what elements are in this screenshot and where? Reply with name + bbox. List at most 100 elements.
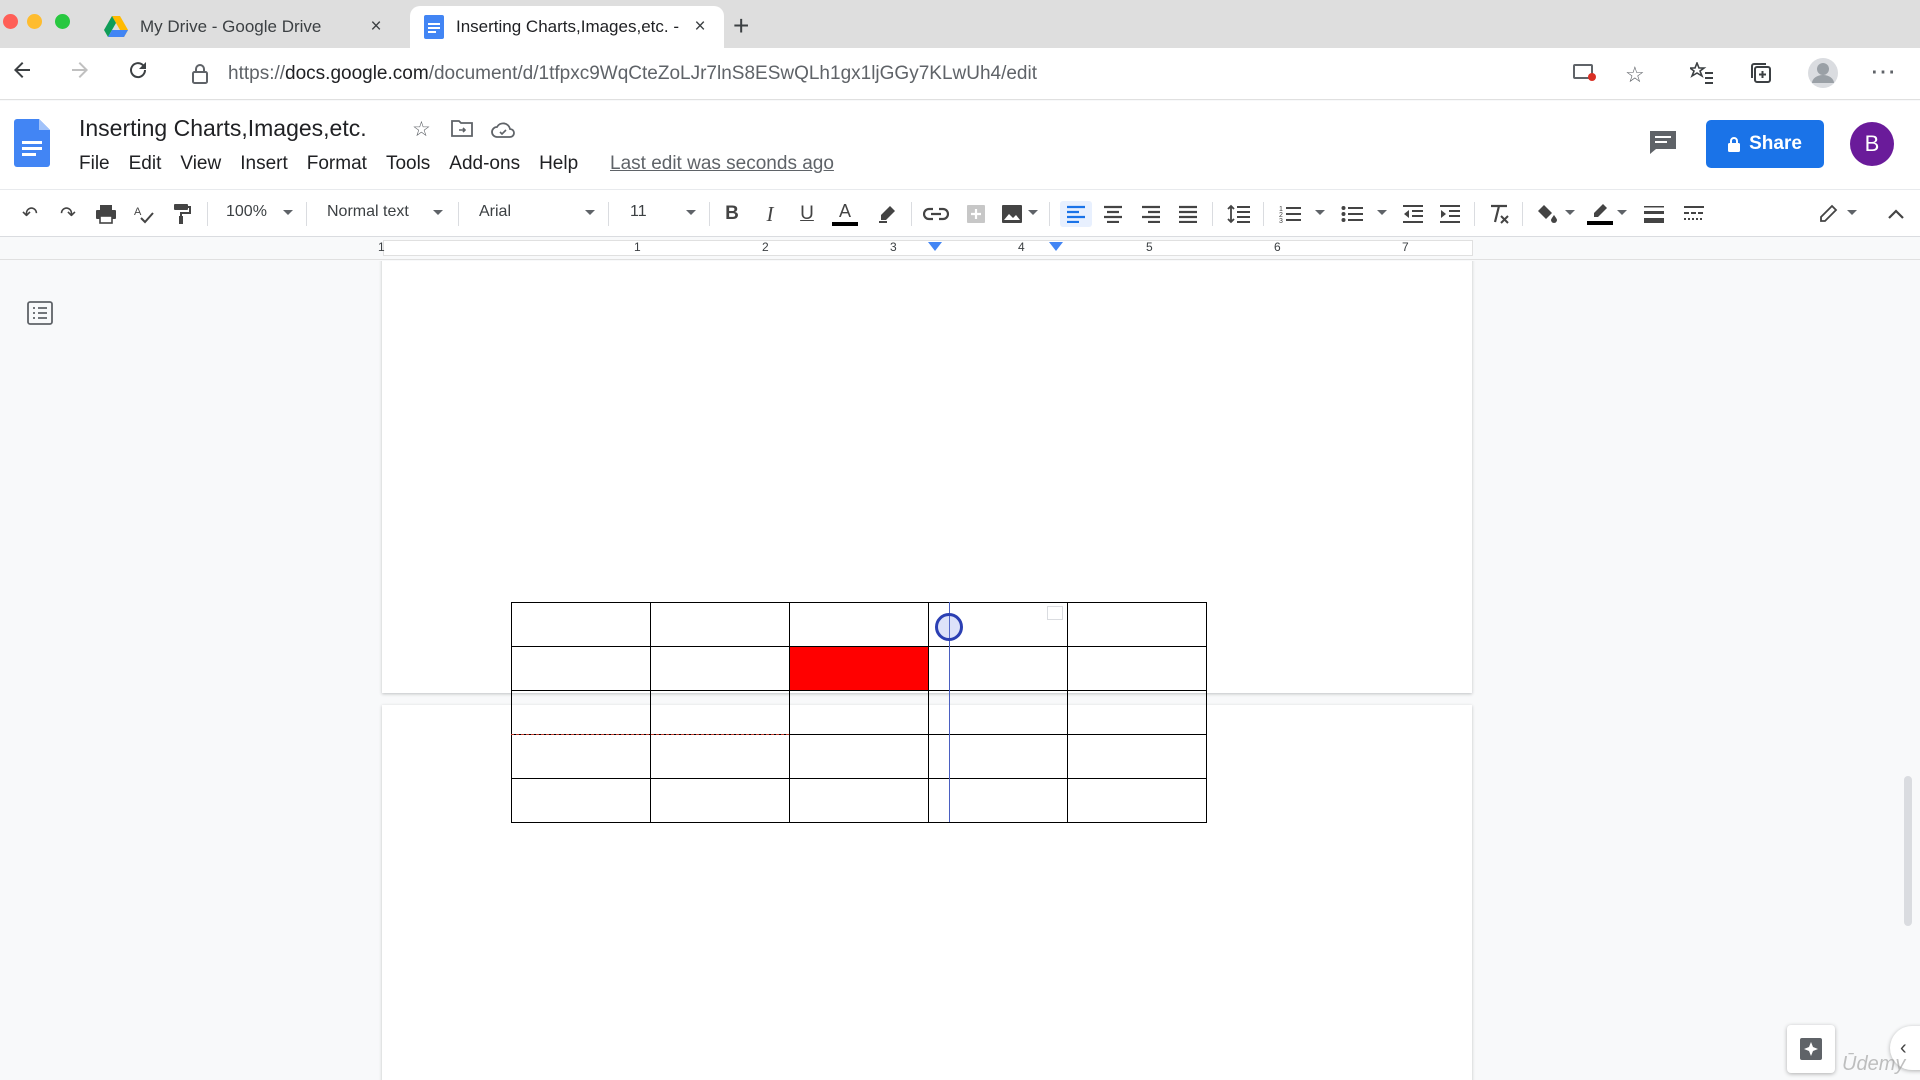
highlight-pen-icon[interactable] [875, 201, 899, 227]
spellcheck-icon[interactable]: A [132, 201, 156, 227]
menu-view[interactable]: View [180, 153, 221, 175]
document-outline-icon[interactable] [27, 301, 53, 325]
text-color-button[interactable]: A [832, 201, 858, 227]
vertical-scrollbar[interactable] [1904, 776, 1912, 926]
align-center-icon[interactable] [1101, 201, 1125, 227]
close-window-button[interactable] [3, 14, 18, 29]
cell-menu-dropdown[interactable] [1047, 606, 1063, 620]
chevron-down-icon[interactable] [1565, 210, 1575, 215]
table-cell[interactable] [789, 690, 929, 735]
italic-button[interactable]: I [758, 201, 782, 227]
share-button[interactable]: Share [1706, 120, 1824, 168]
zoom-select[interactable]: 100% [226, 203, 267, 221]
cloud-saved-icon[interactable] [491, 120, 515, 144]
editing-mode-pen-icon[interactable] [1816, 201, 1840, 227]
chevron-down-icon[interactable] [283, 210, 293, 215]
reload-button[interactable] [122, 58, 154, 89]
table-cell[interactable] [650, 778, 790, 823]
account-avatar[interactable]: B [1850, 122, 1894, 166]
table-cell[interactable] [650, 734, 790, 779]
profile-avatar-icon[interactable] [1808, 58, 1838, 94]
fill-color-icon[interactable] [1535, 201, 1559, 227]
table-cell[interactable] [1067, 778, 1207, 823]
font-size-select[interactable]: 11 [630, 203, 647, 221]
favorites-icon[interactable] [1687, 60, 1714, 90]
new-tab-button[interactable]: + [733, 10, 749, 42]
menu-tools[interactable]: Tools [386, 153, 430, 175]
bulleted-list-icon[interactable] [1340, 201, 1364, 227]
star-icon[interactable]: ☆ [1625, 62, 1645, 88]
menu-format[interactable]: Format [307, 153, 367, 175]
back-button[interactable] [6, 58, 38, 89]
menu-add-ons[interactable]: Add-ons [449, 153, 520, 175]
forward-button[interactable] [64, 58, 96, 89]
insert-image-icon[interactable] [1000, 201, 1024, 227]
table-cell[interactable] [789, 734, 929, 779]
move-folder-icon[interactable] [451, 119, 473, 143]
tab-my-drive[interactable]: My Drive - Google Drive × [90, 6, 400, 48]
paint-format-icon[interactable] [170, 201, 194, 227]
document-title[interactable]: Inserting Charts,Images,etc. [79, 115, 367, 142]
horizontal-ruler[interactable]: 1 1 2 3 4 5 6 7 [0, 238, 1920, 260]
menu-file[interactable]: File [79, 153, 110, 175]
chevron-down-icon[interactable] [585, 210, 595, 215]
last-edit-link[interactable]: Last edit was seconds ago [610, 153, 834, 175]
maximize-window-button[interactable] [55, 14, 70, 29]
align-left-icon[interactable] [1060, 201, 1092, 227]
border-width-icon[interactable] [1642, 201, 1666, 227]
align-justify-icon[interactable] [1176, 201, 1200, 227]
numbered-list-icon[interactable]: 123 [1278, 201, 1302, 227]
table-cell[interactable] [511, 602, 651, 647]
table-cell[interactable] [1067, 602, 1207, 647]
table-cell[interactable] [511, 690, 651, 735]
insert-link-icon[interactable] [923, 201, 949, 227]
chevron-down-icon[interactable] [1377, 210, 1387, 215]
table-cell[interactable] [650, 690, 790, 735]
line-spacing-icon[interactable] [1227, 201, 1251, 227]
table-cell[interactable] [789, 646, 929, 691]
collections-icon[interactable] [1750, 62, 1772, 90]
table-cell[interactable] [1067, 690, 1207, 735]
chevron-down-icon[interactable] [1315, 210, 1325, 215]
print-icon[interactable] [94, 201, 118, 227]
screen-record-icon[interactable] [1573, 62, 1597, 88]
table-cell[interactable] [650, 602, 790, 647]
chevron-down-icon[interactable] [686, 210, 696, 215]
star-icon[interactable]: ☆ [412, 117, 431, 142]
chevron-down-icon[interactable] [1847, 210, 1857, 215]
redo-icon[interactable]: ↷ [56, 201, 80, 227]
table-cell[interactable] [650, 646, 790, 691]
table-cell[interactable] [789, 602, 929, 647]
bold-button[interactable]: B [720, 201, 744, 227]
table-cell[interactable] [511, 734, 651, 779]
paragraph-style-select[interactable]: Normal text [327, 203, 409, 221]
menu-edit[interactable]: Edit [129, 153, 162, 175]
url-field[interactable]: https://docs.google.com/document/d/1tfpx… [180, 55, 1580, 93]
font-family-select[interactable]: Arial [479, 203, 511, 221]
menu-insert[interactable]: Insert [240, 153, 288, 175]
table-cell[interactable] [1067, 734, 1207, 779]
insert-comment-icon[interactable] [964, 201, 988, 227]
table-cell[interactable] [789, 778, 929, 823]
table-cell[interactable] [511, 778, 651, 823]
right-indent-marker[interactable] [1049, 242, 1063, 251]
explore-button[interactable] [1787, 1025, 1835, 1073]
left-indent-marker[interactable] [928, 242, 942, 251]
table-cell[interactable] [1067, 646, 1207, 691]
chevron-down-icon[interactable] [1617, 210, 1627, 215]
increase-indent-icon[interactable] [1438, 201, 1462, 227]
document-table[interactable] [511, 602, 1207, 823]
clear-formatting-icon[interactable] [1487, 201, 1511, 227]
border-color-button[interactable] [1587, 201, 1613, 227]
decrease-indent-icon[interactable] [1401, 201, 1425, 227]
underline-button[interactable]: U [795, 201, 819, 227]
collapse-menus-icon[interactable] [1884, 201, 1908, 227]
tab-inserting-charts[interactable]: Inserting Charts,Images,etc. - × [410, 6, 724, 48]
border-dash-icon[interactable] [1682, 201, 1706, 227]
close-icon[interactable]: × [690, 16, 710, 38]
menu-help[interactable]: Help [539, 153, 578, 175]
table-cell[interactable] [511, 646, 651, 691]
comment-history-icon[interactable] [1648, 129, 1678, 155]
minimize-window-button[interactable] [27, 14, 42, 29]
close-icon[interactable]: × [366, 16, 386, 38]
